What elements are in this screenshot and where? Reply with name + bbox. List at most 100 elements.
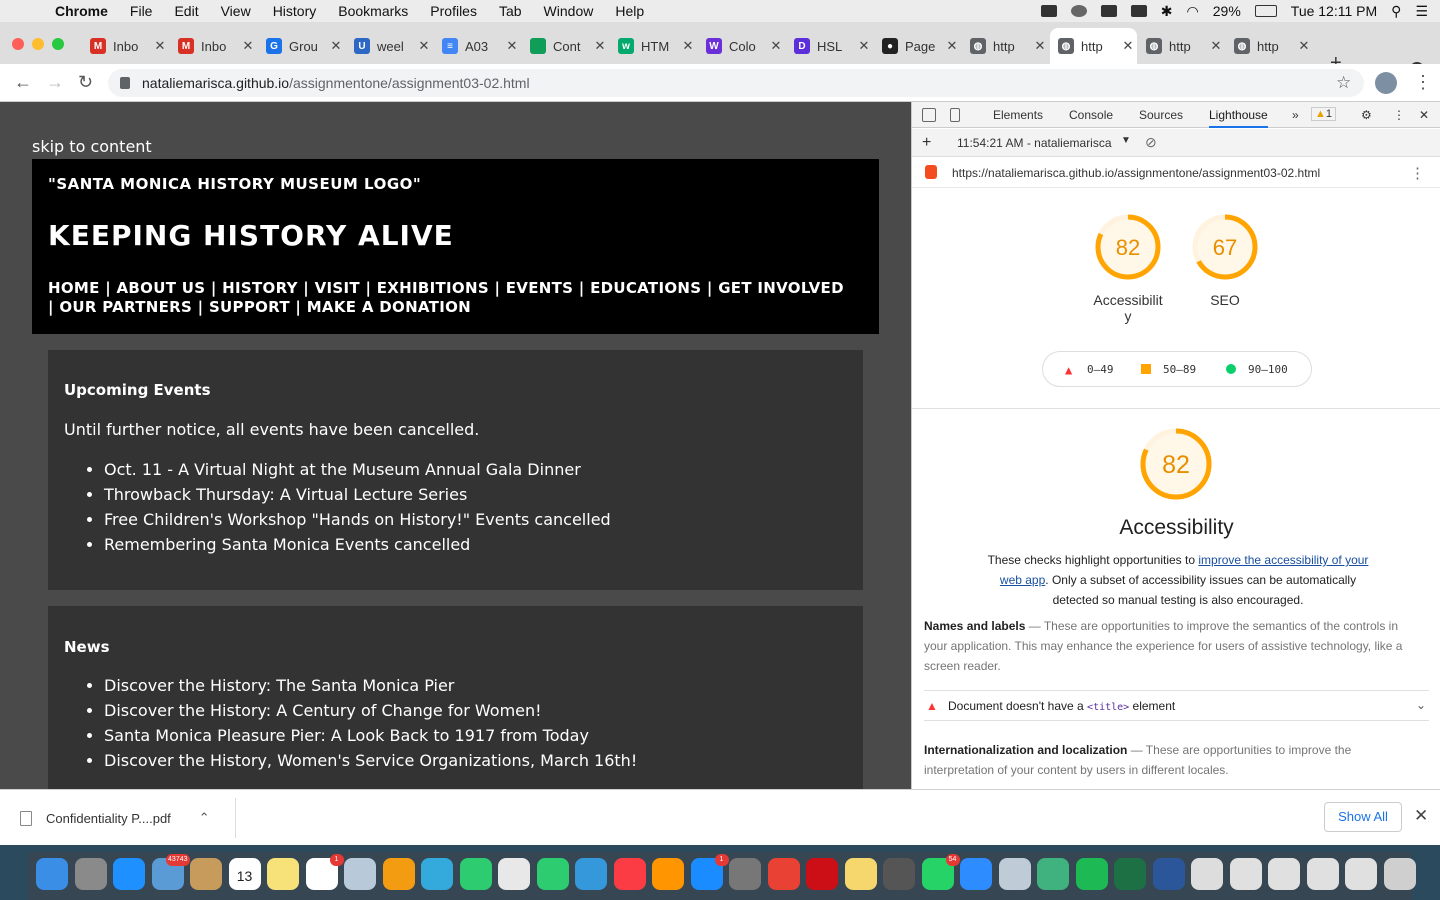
menu-help[interactable]: Help xyxy=(604,3,655,19)
nav-link[interactable]: EDUCATIONS xyxy=(590,279,701,297)
menu-app-name[interactable]: Chrome xyxy=(44,3,119,19)
show-all-button[interactable]: Show All xyxy=(1324,802,1402,832)
close-window-button[interactable] xyxy=(12,38,24,50)
nav-link[interactable]: OUR PARTNERS xyxy=(59,298,192,316)
report-selector[interactable]: 11:54:21 AM - nataliemarisca xyxy=(957,136,1112,150)
zoom-window-button[interactable] xyxy=(52,38,64,50)
nav-link[interactable]: EXHIBITIONS xyxy=(377,279,489,297)
creative-cloud-icon[interactable] xyxy=(1070,5,1087,17)
books-icon[interactable] xyxy=(652,858,684,890)
chevron-down-icon[interactable]: ⌄ xyxy=(1416,698,1426,712)
battery-icon[interactable] xyxy=(1254,5,1277,17)
browser-tab[interactable]: D HSL ✕ xyxy=(786,28,873,64)
seo-gauge[interactable]: 67 xyxy=(1192,214,1258,280)
close-download-shelf-icon[interactable]: ✕ xyxy=(1414,806,1428,826)
settings-gear-icon[interactable]: ⚙ xyxy=(1361,108,1372,122)
lock-icon[interactable] xyxy=(120,77,130,89)
devtools-menu-icon[interactable]: ⋮ xyxy=(1393,108,1405,122)
close-tab-icon[interactable]: ✕ xyxy=(1031,38,1049,54)
menu-window[interactable]: Window xyxy=(533,3,605,19)
reminders-icon[interactable]: 1 xyxy=(305,854,344,890)
close-tab-icon[interactable]: ✕ xyxy=(1207,38,1225,54)
contacts-icon[interactable] xyxy=(190,858,222,890)
clock[interactable]: Tue 12:11 PM xyxy=(1291,3,1377,19)
atom-icon[interactable] xyxy=(1037,858,1069,890)
reload-button[interactable]: ↻ xyxy=(78,72,93,93)
menu-history[interactable]: History xyxy=(262,3,328,19)
textedit-icon[interactable] xyxy=(498,858,530,890)
close-tab-icon[interactable]: ✕ xyxy=(239,38,257,54)
bookmark-star-icon[interactable]: ☆ xyxy=(1336,73,1351,93)
accessibility-gauge[interactable]: 82 xyxy=(1095,214,1161,280)
music-icon[interactable] xyxy=(613,858,646,890)
close-tab-icon[interactable]: ✕ xyxy=(1295,38,1313,54)
appstore-icon[interactable]: 1 xyxy=(690,854,729,890)
spotify-icon[interactable] xyxy=(1075,858,1108,890)
report-dropdown-icon[interactable]: ▼ xyxy=(1121,135,1131,146)
clear-reports-icon[interactable]: ⊘ xyxy=(1145,134,1157,151)
devtools-tab-elements[interactable]: Elements xyxy=(993,108,1043,122)
browser-tab[interactable]: Uweel ✕ xyxy=(346,28,433,64)
nav-link[interactable]: ABOUT US xyxy=(117,279,206,297)
battery-menu-icon[interactable] xyxy=(1130,5,1147,17)
photos-icon[interactable] xyxy=(382,858,415,890)
finder-icon[interactable] xyxy=(36,858,68,890)
browser-tab[interactable]: Cont ✕ xyxy=(522,28,609,64)
browser-tab[interactable]: ≡ A03 ✕ xyxy=(434,28,521,64)
back-button[interactable]: ← xyxy=(14,72,32,93)
menu-file[interactable]: File xyxy=(119,3,164,19)
preview-icon[interactable] xyxy=(344,858,376,890)
opera-icon[interactable] xyxy=(806,858,838,890)
keynote-icon[interactable] xyxy=(575,858,607,890)
nav-link[interactable]: GET INVOLVED xyxy=(718,279,844,297)
finder-window-icon[interactable] xyxy=(998,858,1031,890)
messages-icon[interactable] xyxy=(421,858,453,890)
close-tab-icon[interactable]: ✕ xyxy=(503,38,521,54)
browser-tab[interactable]: w HTM ✕ xyxy=(610,28,697,64)
nav-link[interactable]: MAKE A DONATION xyxy=(307,298,471,316)
browser-tab[interactable]: W Colo ✕ xyxy=(698,28,785,64)
browser-tab[interactable]: M Inbo ✕ xyxy=(82,28,169,64)
close-tab-icon[interactable]: ✕ xyxy=(943,38,961,54)
airplay-icon[interactable] xyxy=(1100,5,1117,17)
system-prefs-icon[interactable] xyxy=(729,858,761,890)
close-tab-icon[interactable]: ✕ xyxy=(415,38,433,54)
launchpad-icon[interactable] xyxy=(74,858,107,890)
menu-bookmarks[interactable]: Bookmarks xyxy=(327,3,419,19)
browser-tab[interactable]: ● Page ✕ xyxy=(874,28,961,64)
browser-tab[interactable]: ◍ http ✕ xyxy=(1138,28,1225,64)
screenshot-icon[interactable] xyxy=(1268,858,1300,890)
screenshot-icon[interactable] xyxy=(1345,858,1377,890)
download-item[interactable]: Confidentiality P....pdf ⌃ xyxy=(20,810,210,826)
camera-icon[interactable] xyxy=(1040,5,1057,17)
nav-link[interactable]: VISIT xyxy=(315,279,360,297)
chevron-up-icon[interactable]: ⌃ xyxy=(199,810,210,826)
menu-profiles[interactable]: Profiles xyxy=(419,3,488,19)
more-tabs-icon[interactable]: » xyxy=(1292,108,1299,122)
minimize-window-button[interactable] xyxy=(32,38,44,50)
whatsapp-icon[interactable]: 54 xyxy=(921,854,960,890)
browser-tab[interactable]: ◍ http ✕ xyxy=(962,28,1049,64)
nav-link[interactable]: HOME xyxy=(48,279,100,297)
menu-tab[interactable]: Tab xyxy=(488,3,533,19)
nav-link[interactable]: SUPPORT xyxy=(209,298,290,316)
devtools-tab-lighthouse[interactable]: Lighthouse xyxy=(1209,108,1268,128)
wifi-icon[interactable]: ◠ xyxy=(1187,3,1199,20)
excel-icon[interactable] xyxy=(1114,858,1146,890)
address-bar[interactable]: nataliemarisca.github.io/assignmentone/a… xyxy=(108,69,1364,97)
zoom-icon[interactable] xyxy=(960,858,992,890)
device-toolbar-icon[interactable] xyxy=(950,108,960,122)
devtools-tab-sources[interactable]: Sources xyxy=(1139,108,1183,122)
menu-view[interactable]: View xyxy=(210,3,262,19)
screenshot-icon[interactable] xyxy=(1229,858,1262,890)
nav-link[interactable]: HISTORY xyxy=(222,279,298,297)
help-icon[interactable] xyxy=(883,858,915,890)
calendar-icon[interactable]: 13 xyxy=(228,858,261,890)
browser-tab[interactable]: G Grou ✕ xyxy=(258,28,345,64)
close-tab-icon[interactable]: ✕ xyxy=(679,38,697,54)
audit-row-title-element[interactable]: ▲ Document doesn't have a <title> elemen… xyxy=(924,690,1429,721)
forward-button[interactable]: → xyxy=(46,72,64,93)
close-tab-icon[interactable]: ✕ xyxy=(1119,38,1137,54)
new-report-icon[interactable]: + xyxy=(922,134,931,152)
spotlight-icon[interactable]: ⚲ xyxy=(1391,3,1401,20)
